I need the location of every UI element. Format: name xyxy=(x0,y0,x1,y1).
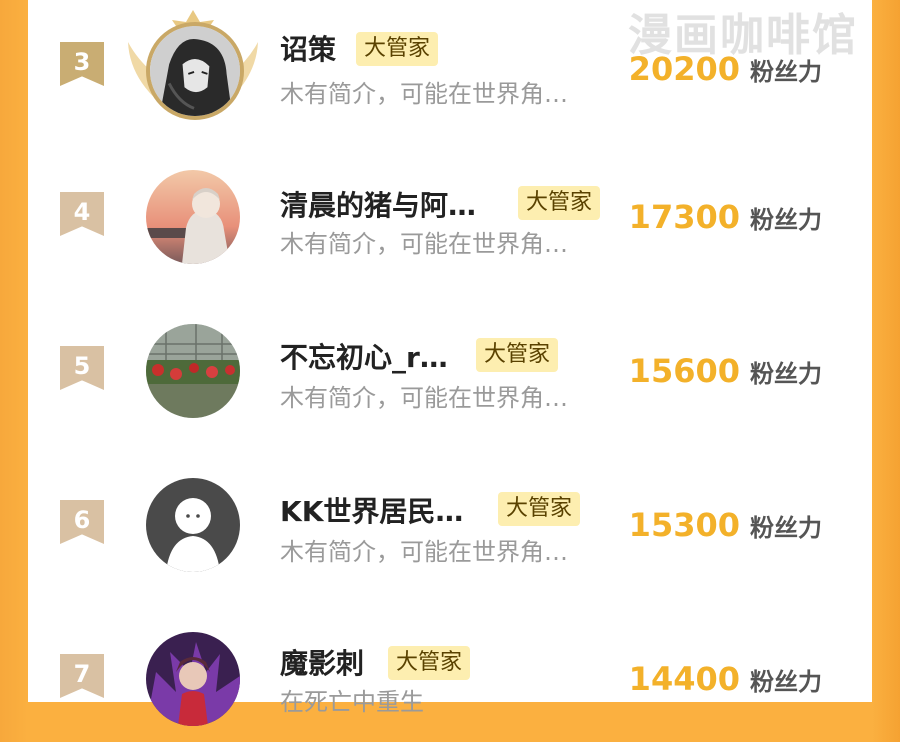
fans-score: 15600 粉丝力 xyxy=(629,352,822,390)
avatar[interactable] xyxy=(146,22,244,120)
rank-badge: 3 xyxy=(60,42,104,86)
avatar[interactable] xyxy=(146,478,240,572)
fans-unit: 粉丝力 xyxy=(750,360,822,388)
role-badge: 大管家 xyxy=(356,32,439,66)
fans-count: 20200 xyxy=(628,50,740,88)
rank-badge: 7 xyxy=(60,654,104,698)
role-badge: 大管家 xyxy=(476,338,559,372)
user-name[interactable]: 清晨的猪与阿… xyxy=(280,184,476,224)
fans-score: 14400 粉丝力 xyxy=(629,660,822,698)
role-badge: 大管家 xyxy=(518,186,601,220)
user-name[interactable]: KK世界居民… xyxy=(280,490,463,530)
user-description: 在死亡中重生 xyxy=(280,688,424,716)
user-description: 木有简介，可能在世界角… xyxy=(280,80,568,108)
avatar[interactable] xyxy=(146,170,240,264)
avatar[interactable] xyxy=(146,324,240,418)
fans-score: 20200 粉丝力 xyxy=(629,50,822,88)
rank-badge: 6 xyxy=(60,500,104,544)
fans-score: 17300 粉丝力 xyxy=(629,198,822,236)
fans-unit: 粉丝力 xyxy=(750,58,822,86)
user-name[interactable]: 诏策 xyxy=(280,28,336,68)
role-badge: 大管家 xyxy=(498,492,581,526)
user-name[interactable]: 魔影刺 xyxy=(280,642,364,682)
avatar[interactable] xyxy=(146,632,240,726)
user-description: 木有简介，可能在世界角… xyxy=(280,230,568,258)
rank-badge: 4 xyxy=(60,192,104,236)
fans-unit: 粉丝力 xyxy=(750,206,822,234)
ranking-row[interactable]: 7 魔影刺 大管家 在死亡中重生 14400 粉丝力 xyxy=(28,622,872,742)
ranking-row[interactable]: 5 不忘初心_r… 大管家 木有简介，可能在世界角… 15600 粉丝力 xyxy=(28,314,872,434)
ranking-row[interactable]: 4 清晨的猪与阿… 大管家 木有简介，可能在世界角… 17300 粉丝力 xyxy=(28,160,872,280)
fans-count: 15600 xyxy=(628,352,740,390)
fans-unit: 粉丝力 xyxy=(750,668,822,696)
fans-count: 15300 xyxy=(628,506,740,544)
user-description: 木有简介，可能在世界角… xyxy=(280,384,568,412)
fans-score: 15300 粉丝力 xyxy=(629,506,822,544)
user-description: 木有简介，可能在世界角… xyxy=(280,538,568,566)
fans-unit: 粉丝力 xyxy=(750,514,822,542)
fans-count: 17300 xyxy=(628,198,740,236)
user-name[interactable]: 不忘初心_r… xyxy=(280,336,448,376)
rank-badge: 5 xyxy=(60,346,104,390)
ranking-row[interactable]: 3 诏策 大管家 木有简介，可能在世界角… 20200 粉丝力 xyxy=(28,6,872,126)
fans-count: 14400 xyxy=(628,660,740,698)
ranking-row[interactable]: 6 KK世界居民… 大管家 木有简介，可能在世界角… 15300 粉丝力 xyxy=(28,468,872,588)
ranking-card: 漫画咖啡馆 3 诏策 大管家 木有简介，可能在世界角… 20200粉丝力 4 xyxy=(28,0,872,726)
role-badge: 大管家 xyxy=(388,646,471,680)
